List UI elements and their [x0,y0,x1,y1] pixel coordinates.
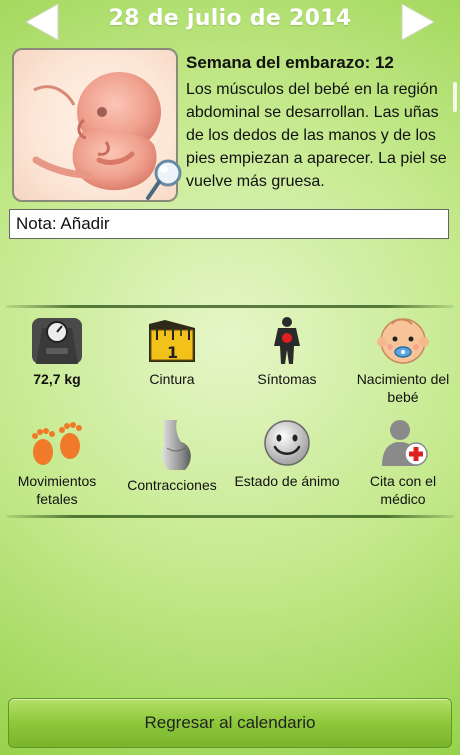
week-description: Los músculos del bebé en la región abdom… [186,81,447,190]
pregnancy-week-title: Semana del embarazo: 12 [186,53,394,72]
mood-item[interactable]: Estado de ánimo [230,418,344,490]
description-scrollbar[interactable] [453,82,457,112]
scale-icon [32,318,82,364]
fetal-movements-label: Movimientos fetales [17,473,97,507]
mood-label: Estado de ánimo [234,473,340,489]
week-description-container[interactable]: Los músculos del bebé en la región abdom… [186,78,448,200]
weight-item[interactable]: 72,7 kg [0,316,114,388]
symptoms-item[interactable]: Síntomas [230,316,344,388]
waist-item[interactable]: 1 Cintura [115,316,229,388]
baby-face-icon [377,318,429,364]
baby-birth-label: Nacimiento del bebé [356,371,450,405]
body-symptoms-icon [274,317,300,364]
waist-label: Cintura [149,371,195,387]
footprints-icon [32,422,82,465]
weight-label: 72,7 kg [33,371,81,387]
pregnant-belly-icon [162,420,191,470]
date-title: 28 de julio de 2014 [108,6,352,31]
contractions-label: Contracciones [127,477,217,493]
fetal-movements-item[interactable]: Movimientos fetales [0,418,114,508]
top-bar: 28 de julio de 2014 [0,0,460,44]
smiley-icon [264,420,310,466]
doctor-appointment-icon [382,420,428,466]
doctor-appointment-label: Cita con el médico [369,473,437,507]
back-to-calendar-button[interactable]: Regresar al calendario [8,698,452,748]
divider-bottom [6,515,454,518]
tape-measure-icon: 1 [149,320,195,362]
symptoms-label: Síntomas [257,371,317,387]
note-add-field[interactable]: Nota: Añadir [9,209,449,239]
magnifier-icon[interactable] [144,158,184,204]
svg-text:1: 1 [167,343,178,362]
divider-top [6,305,454,308]
contractions-item[interactable]: Contracciones [115,418,229,494]
baby-birth-item[interactable]: Nacimiento del bebé [346,316,460,406]
next-day-arrow-icon[interactable] [398,2,438,42]
doctor-appointment-item[interactable]: Cita con el médico [346,418,460,508]
